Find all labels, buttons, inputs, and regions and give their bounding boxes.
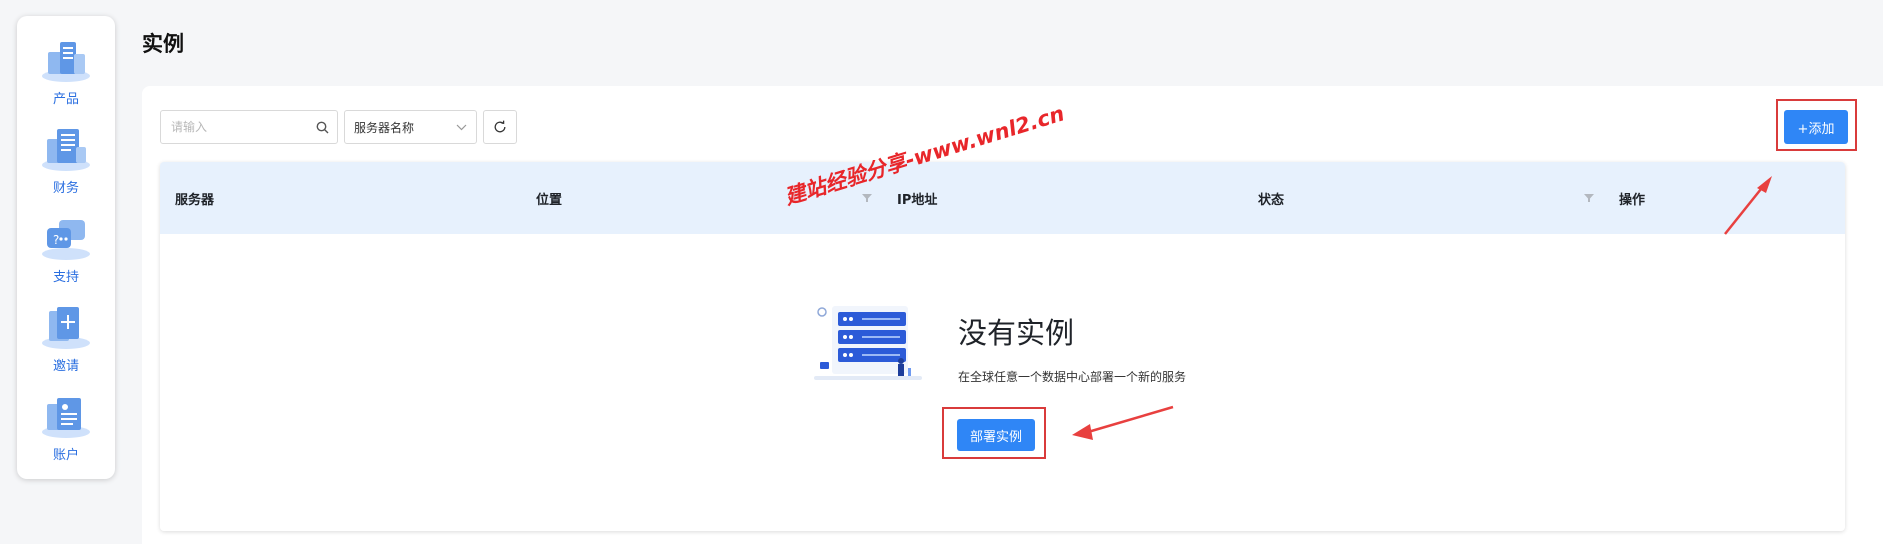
instances-card: 服务器名称 +添加 服务器 位置 IP地址 状态 操作 [142, 86, 1883, 544]
search-box [160, 110, 338, 144]
sidebar-item-products[interactable]: 产品 [17, 34, 115, 123]
location-filter-icon[interactable] [862, 193, 872, 203]
sidebar-item-label: 邀请 [52, 359, 79, 374]
toolbar: 服务器名称 [160, 110, 517, 144]
invite-icon [42, 307, 90, 349]
table-header: 服务器 位置 IP地址 状态 操作 [160, 162, 1845, 234]
sidebar-item-finance[interactable]: 财务 [17, 123, 115, 212]
sidebar-item-support[interactable]: ? 支持 [17, 212, 115, 301]
server-illustration-icon [814, 306, 922, 380]
page-title: 实例 [142, 32, 184, 56]
search-field-select[interactable]: 服务器名称 [344, 110, 477, 144]
support-icon: ? [42, 220, 90, 260]
svg-text:?: ? [53, 233, 59, 247]
refresh-icon [494, 120, 506, 133]
search-icon[interactable] [316, 121, 329, 134]
sidebar-item-label: 财务 [52, 181, 79, 196]
account-icon [42, 398, 90, 438]
sidebar-item-account[interactable]: 账户 [17, 390, 115, 479]
column-header-server: 服务器 [175, 192, 215, 208]
sidebar: 产品 财务 ? 支持 邀请 账户 [17, 16, 115, 479]
column-header-status: 状态 [1258, 192, 1285, 208]
sidebar-item-invite[interactable]: 邀请 [17, 301, 115, 390]
sidebar-item-label: 支持 [52, 270, 79, 285]
chevron-down-icon [456, 124, 467, 130]
products-icon [42, 42, 90, 82]
deploy-instance-button[interactable]: 部署实例 [957, 419, 1035, 451]
empty-description: 在全球任意一个数据中心部署一个新的服务 [958, 370, 1187, 384]
refresh-button[interactable] [483, 110, 517, 144]
add-button[interactable]: +添加 [1784, 110, 1848, 144]
instances-table: 服务器 位置 IP地址 状态 操作 没有实例 在全球任意一个数据中心部署一个新的… [160, 162, 1845, 531]
sidebar-item-label: 账户 [52, 448, 79, 463]
column-header-actions: 操作 [1619, 192, 1646, 208]
sidebar-item-label: 产品 [52, 92, 79, 107]
status-filter-icon[interactable] [1584, 193, 1594, 203]
finance-icon [42, 129, 90, 171]
search-input[interactable] [171, 120, 316, 134]
column-header-location: 位置 [536, 192, 563, 208]
empty-title: 没有实例 [958, 316, 1075, 350]
select-value: 服务器名称 [354, 120, 415, 135]
